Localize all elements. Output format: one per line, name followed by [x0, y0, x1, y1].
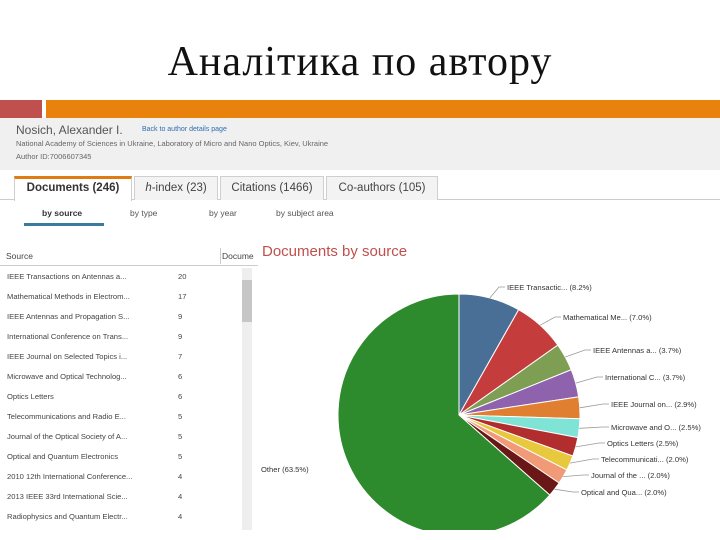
title-accent-bar-red	[0, 100, 42, 118]
row-source[interactable]: IEEE Journal on Selected Topics i...	[7, 352, 127, 361]
table-row[interactable]: IEEE Transactions on Antennas a... 20	[0, 268, 240, 288]
row-count: 7	[178, 352, 183, 361]
pie-slice-label: Journal of the ... (2.0%)	[591, 471, 670, 480]
table-row[interactable]: Optics Letters 6	[0, 388, 240, 408]
row-count: 9	[178, 332, 183, 341]
row-source[interactable]: Mathematical Methods in Electrom...	[7, 292, 130, 301]
document-subtabs: by source by type by year by subject are…	[0, 204, 720, 228]
tab-co-authors[interactable]: Co-authors (105)	[326, 176, 438, 200]
table-scrollbar-thumb[interactable]	[242, 280, 252, 322]
pie-leader-line	[579, 426, 609, 429]
table-row[interactable]: International Conference on Trans... 9	[0, 328, 240, 348]
slide-title: Аналітика по автору	[167, 39, 553, 85]
row-source[interactable]: Microwave and Optical Technolog...	[7, 372, 127, 381]
back-to-author-link[interactable]: Back to author details page	[142, 126, 227, 133]
pie-slice-label: Telecommunicati... (2.0%)	[601, 455, 689, 464]
table-row[interactable]: IEEE Journal on Selected Topics i... 7	[0, 348, 240, 368]
row-count: 5	[178, 432, 183, 441]
pie-leader-line	[575, 442, 605, 448]
subtab-by-subject-area[interactable]: by subject area	[276, 208, 334, 218]
table-row[interactable]: Journal of the Optical Society of A... 5	[0, 428, 240, 448]
row-count: 17	[178, 292, 187, 301]
row-source[interactable]: Optical and Quantum Electronics	[7, 452, 118, 461]
column-divider	[220, 248, 221, 264]
subtab-by-type[interactable]: by type	[130, 208, 157, 218]
pie-slice-label: Microwave and O... (2.5%)	[611, 423, 701, 432]
table-header: Source Documents	[0, 246, 258, 266]
analytics-tabs: Documents (246) h-index (23) Citations (…	[0, 172, 720, 201]
table-row[interactable]: Telecommunications and Radio E... 5	[0, 408, 240, 428]
column-header-source[interactable]: Source	[6, 251, 33, 261]
author-id: Author ID:7006607345	[16, 152, 92, 161]
tab-co-authors-label: Co-authors (105)	[338, 182, 426, 194]
tab-documents-label: Documents (246)	[26, 182, 120, 194]
row-source[interactable]: International Conference on Trans...	[7, 332, 128, 341]
row-source[interactable]: 2013 IEEE 33rd International Scie...	[7, 492, 128, 501]
pie-slice-label: IEEE Antennas a... (3.7%)	[593, 346, 682, 355]
pie-leader-line	[569, 458, 599, 464]
author-name: Nosich, Alexander I.	[16, 123, 123, 137]
row-count: 6	[178, 392, 183, 401]
table-row[interactable]: Microwave and Optical Technolog... 6	[0, 368, 240, 388]
pie-leader-line	[540, 316, 561, 326]
table-row[interactable]: Optical and Quantum Electronics 5	[0, 448, 240, 468]
row-count: 4	[178, 512, 183, 521]
row-source[interactable]: Journal of the Optical Society of A...	[7, 432, 127, 441]
row-count: 4	[178, 492, 183, 501]
pie-leader-line	[579, 403, 609, 409]
row-source[interactable]: Radiophysics and Quantum Electr...	[7, 512, 128, 521]
subtab-by-source[interactable]: by source	[42, 208, 82, 218]
pie-slice-label: Optics Letters (2.5%)	[607, 439, 679, 448]
tab-h-index-label: -index (23)	[151, 182, 207, 194]
chart-panel: Documents by source IEEE Transactic... (…	[258, 240, 720, 530]
pie-slice-label: Mathematical Me... (7.0%)	[563, 313, 652, 322]
row-source[interactable]: Optics Letters	[7, 392, 54, 401]
table-row[interactable]: Radiophysics and Quantum Electr... 4	[0, 508, 240, 528]
pie-chart: IEEE Transactic... (8.2%) Mathematical Me…	[261, 283, 701, 530]
title-accent-bar-orange	[46, 100, 720, 118]
row-source[interactable]: 2010 12th International Conference...	[7, 472, 132, 481]
pie-slice-label: IEEE Journal on... (2.9%)	[611, 400, 697, 409]
row-count: 9	[178, 312, 183, 321]
row-count: 6	[178, 372, 183, 381]
source-table: Source Documents IEEE Transactions on An…	[0, 246, 258, 530]
row-count: 4	[178, 472, 183, 481]
pie-slice-label: Other (63.5%)	[261, 465, 309, 474]
tab-documents[interactable]: Documents (246)	[14, 176, 132, 201]
pie-leader-line	[489, 286, 505, 299]
pie-leader-line	[565, 349, 591, 358]
column-header-documents[interactable]: Documents	[222, 251, 254, 261]
pie-slice-label: Optical and Qua... (2.0%)	[581, 488, 667, 497]
row-count: 20	[178, 272, 187, 281]
row-source[interactable]: Telecommunications and Radio E...	[7, 412, 126, 421]
author-header: Nosich, Alexander I. Back to author deta…	[0, 118, 720, 170]
tab-citations-label: Citations (1466)	[231, 182, 313, 194]
pie-slice-label: International C... (3.7%)	[605, 373, 686, 382]
pie-leader-line	[575, 376, 603, 384]
pie-slice-label: IEEE Transactic... (8.2%)	[507, 283, 592, 292]
pie-leader-line	[554, 488, 579, 493]
subtab-by-year[interactable]: by year	[209, 208, 237, 218]
table-row[interactable]: 2010 12th International Conference... 4	[0, 468, 240, 488]
row-count: 5	[178, 452, 183, 461]
row-source[interactable]: IEEE Transactions on Antennas a...	[7, 272, 126, 281]
row-source[interactable]: IEEE Antennas and Propagation S...	[7, 312, 129, 321]
row-count: 5	[178, 412, 183, 421]
table-row[interactable]: IEEE Antennas and Propagation S... 9	[0, 308, 240, 328]
tab-citations[interactable]: Citations (1466)	[220, 176, 324, 200]
active-subtab-indicator	[24, 223, 104, 226]
table-row[interactable]: Mathematical Methods in Electrom... 17	[0, 288, 240, 308]
table-row[interactable]: 2013 IEEE 33rd International Scie... 4	[0, 488, 240, 508]
tab-h-index[interactable]: h-index (23)	[134, 176, 218, 200]
author-affiliation: National Academy of Sciences in Ukraine,…	[16, 139, 329, 148]
pie-leader-line	[563, 474, 589, 477]
